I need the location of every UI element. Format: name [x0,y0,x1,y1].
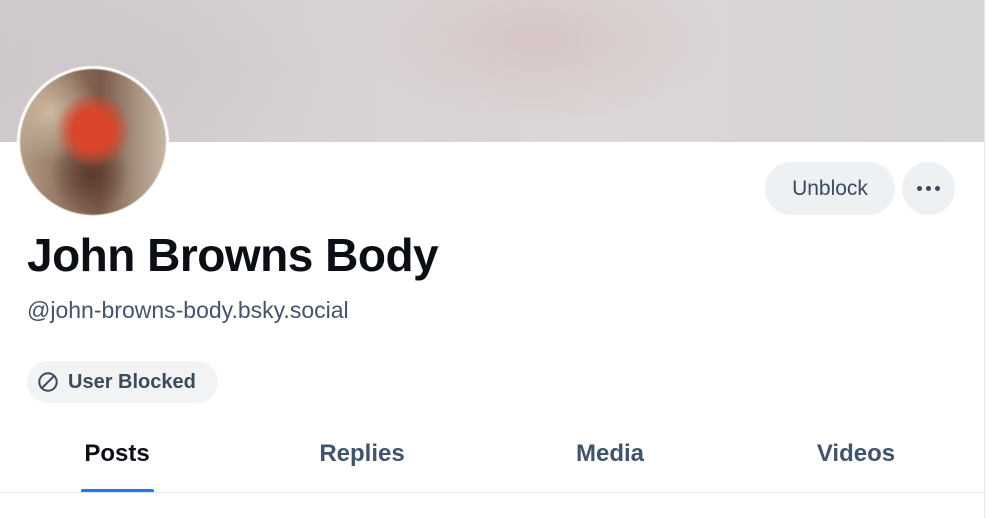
tab-posts[interactable]: Posts [42,420,192,493]
tabs-divider [0,492,984,493]
profile-page: Unblock John Browns Body @john-browns-bo… [0,0,984,518]
scrollbar-gutter [984,0,1000,518]
tab-media[interactable]: Media [535,420,685,493]
more-horizontal-icon [917,186,922,191]
handle: @john-browns-body.bsky.social [27,297,349,323]
block-icon [38,372,58,392]
user-blocked-label: User Blocked [68,370,196,393]
profile-tabs: Posts Replies Media Videos [0,420,984,493]
user-blocked-badge: User Blocked [27,361,218,403]
tab-videos[interactable]: Videos [781,420,931,493]
more-horizontal-icon-dot [926,186,931,191]
more-horizontal-icon-dot [935,186,940,191]
display-name: John Browns Body [27,229,439,281]
more-options-button[interactable] [902,162,955,215]
tab-replies[interactable]: Replies [287,420,437,493]
avatar[interactable] [17,66,169,218]
unblock-button[interactable]: Unblock [765,162,895,215]
